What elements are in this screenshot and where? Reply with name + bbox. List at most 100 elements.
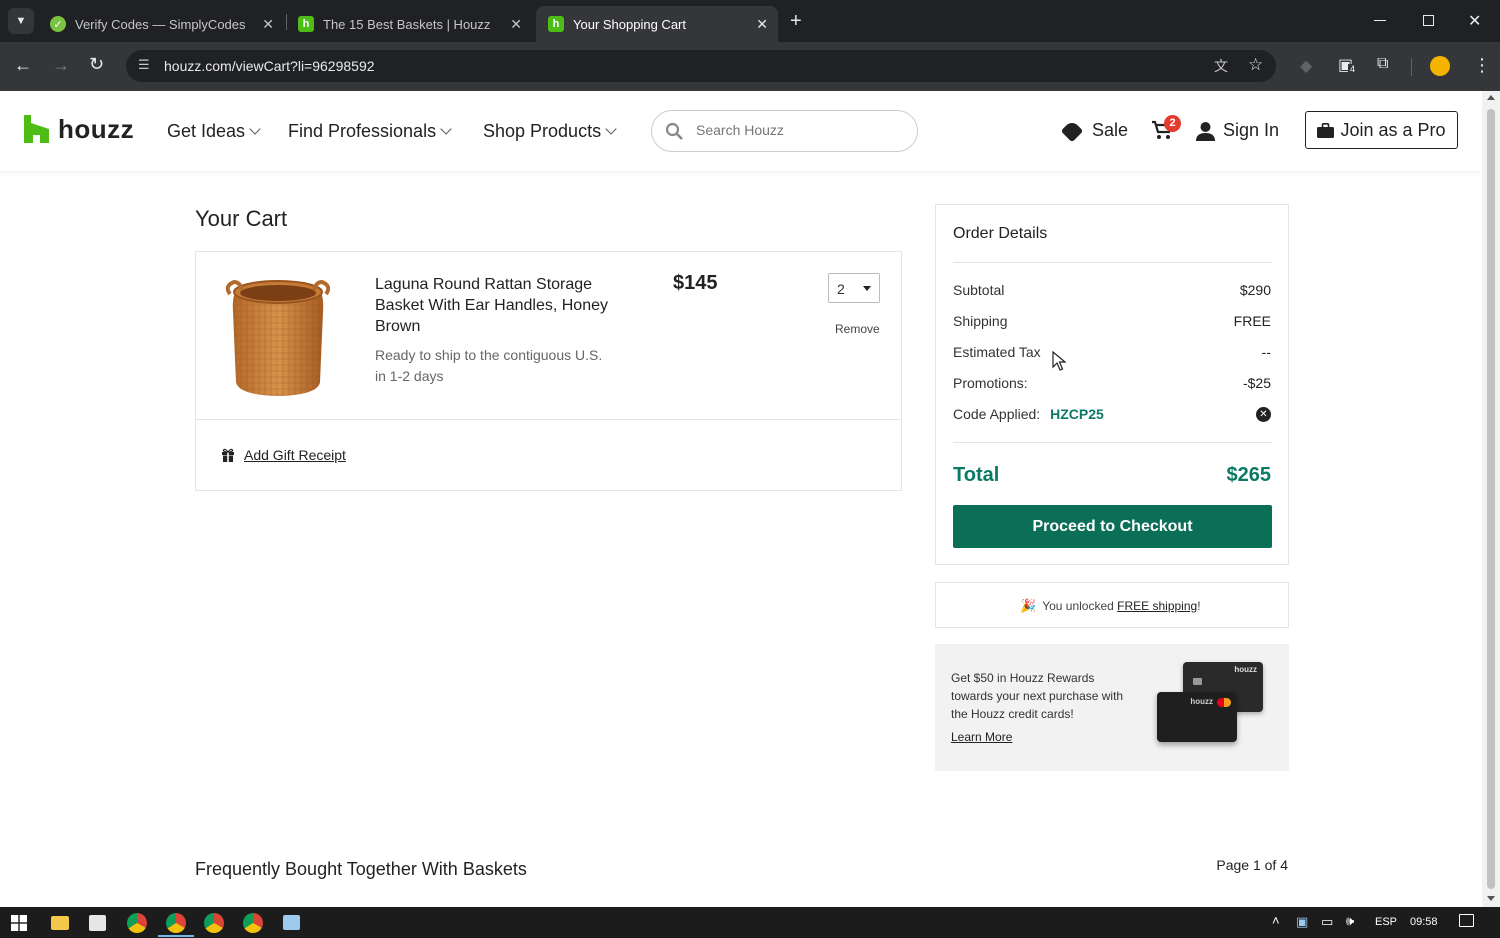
site-header: houzz Get Ideas Find Professionals Shop … xyxy=(0,91,1482,171)
tab-simplycodes[interactable]: ✓ Verify Codes — SimplyCodes ✕ xyxy=(38,6,284,42)
store-icon[interactable] xyxy=(89,915,106,931)
scroll-thumb[interactable] xyxy=(1487,109,1495,889)
extension-icon[interactable]: ◆ xyxy=(1300,56,1312,76)
item-price: $145 xyxy=(673,272,718,294)
app-icon[interactable] xyxy=(283,915,300,930)
network-icon[interactable]: ▣ xyxy=(1296,914,1308,930)
remove-link[interactable]: Remove xyxy=(835,322,880,336)
sign-in-link[interactable]: Sign In xyxy=(1196,120,1279,141)
file-explorer-icon[interactable] xyxy=(51,916,69,930)
divider xyxy=(953,442,1272,443)
scroll-down-arrow-icon[interactable] xyxy=(1487,896,1495,901)
extension-badge-icon[interactable]: ▣ 4 xyxy=(1338,55,1358,75)
free-shipping-link[interactable]: FREE shipping xyxy=(1117,599,1197,613)
gift-receipt[interactable]: Add Gift Receipt xyxy=(221,447,346,463)
houzz-icon: h xyxy=(298,16,314,32)
subtotal-row: Subtotal $290 xyxy=(953,282,1271,298)
profile-avatar[interactable] xyxy=(1430,56,1450,76)
tab-title: Your Shopping Cart xyxy=(573,16,686,32)
tab-houzz-baskets[interactable]: h The 15 Best Baskets | Houzz ✕ xyxy=(286,6,532,42)
minimize-icon[interactable] xyxy=(1374,20,1386,21)
chrome-icon[interactable] xyxy=(243,913,263,933)
product-name[interactable]: Laguna Round Rattan Storage Basket With … xyxy=(375,274,615,337)
reload-icon[interactable]: ↻ xyxy=(89,54,104,75)
chrome-active-icon[interactable] xyxy=(166,913,186,933)
extension-badge: 4 xyxy=(1348,64,1358,74)
cart-page: Your Cart Laguna Round Rattan Storage Ba… xyxy=(0,171,1482,907)
credit-card-front: houzz xyxy=(1157,692,1237,742)
houzz-logo-icon xyxy=(24,115,49,143)
shipping-info: Ready to ship to the contiguous U.S. in … xyxy=(375,347,603,384)
close-tab-icon[interactable]: ✕ xyxy=(510,16,522,33)
language-indicator[interactable]: ESP xyxy=(1375,916,1397,928)
basket-product-image[interactable] xyxy=(226,272,330,402)
chrome-icon[interactable] xyxy=(204,913,224,933)
rewards-promo: Get $50 in Houzz Rewards towards your ne… xyxy=(935,644,1289,771)
total-label: Total xyxy=(953,464,1000,486)
join-as-pro-button[interactable]: Join as a Pro xyxy=(1305,111,1458,149)
search-box xyxy=(651,110,918,152)
houzz-icon: h xyxy=(548,16,564,32)
search-icon xyxy=(665,122,683,140)
close-window-icon[interactable]: ✕ xyxy=(1468,11,1481,31)
divider xyxy=(196,419,901,420)
scroll-up-arrow-icon[interactable] xyxy=(1487,95,1495,100)
nav-get-ideas[interactable]: Get Ideas xyxy=(167,121,261,142)
shipping-row: Shipping FREE xyxy=(953,313,1271,329)
browser-toolbar: ← → ↻ ☰ houzz.com/viewCart?li=96298592 文… xyxy=(0,42,1500,91)
free-shipping-banner: 🎉 You unlocked FREE shipping! xyxy=(935,582,1289,628)
chrome-icon[interactable] xyxy=(127,913,147,933)
nav-shop-products[interactable]: Shop Products xyxy=(483,121,617,142)
learn-more-link[interactable]: Learn More xyxy=(951,730,1012,744)
party-popper-icon: 🎉 xyxy=(1020,598,1037,613)
quantity-value: 2 xyxy=(837,281,845,297)
total-value: $265 xyxy=(1226,464,1272,486)
logo-text: houzz xyxy=(58,113,135,144)
close-tab-icon[interactable]: ✕ xyxy=(756,16,768,33)
search-input[interactable] xyxy=(696,122,896,138)
tab-list-dropdown-icon[interactable]: ▼ xyxy=(8,8,34,34)
cart-button[interactable]: 2 xyxy=(1151,115,1181,145)
site-info-icon[interactable]: ☰ xyxy=(138,57,150,73)
nav-find-professionals[interactable]: Find Professionals xyxy=(288,121,452,142)
divider xyxy=(953,262,1272,263)
quantity-select[interactable]: 2 xyxy=(828,273,880,303)
back-icon[interactable]: ← xyxy=(14,55,32,76)
show-hidden-icons-icon[interactable]: ˄ xyxy=(1272,913,1280,928)
browser-menu-icon[interactable]: ⋮ xyxy=(1473,55,1491,76)
clock[interactable]: 09:58 xyxy=(1410,916,1438,928)
houzz-logo[interactable]: houzz xyxy=(24,114,134,144)
user-icon xyxy=(1196,121,1215,141)
new-tab-icon[interactable]: + xyxy=(790,10,802,33)
order-details-card: Order Details Subtotal $290 Shipping FREE … xyxy=(935,204,1289,565)
windows-start-icon[interactable] xyxy=(11,915,27,931)
caret-down-icon xyxy=(863,286,871,291)
promotions-row: Promotions: -$25 xyxy=(953,375,1271,391)
volume-icon[interactable]: 🕪 xyxy=(1346,913,1354,929)
promo-code: HZCP25 xyxy=(1050,406,1104,422)
windows-taskbar: ˄ ▣ ▭ 🕪 ESP 09:58 xyxy=(0,907,1500,938)
extensions-puzzle-icon[interactable]: ⧉ xyxy=(1377,55,1388,73)
tab-shopping-cart[interactable]: h Your Shopping Cart ✕ xyxy=(536,6,778,42)
chevron-down-icon xyxy=(249,123,261,135)
page-scrollbar[interactable] xyxy=(1482,91,1500,907)
browser-tab-bar: ▼ ✓ Verify Codes — SimplyCodes ✕ h The 1… xyxy=(0,0,1500,42)
translate-icon[interactable]: 文 xyxy=(1214,56,1228,76)
bookmark-star-icon[interactable]: ☆ xyxy=(1248,55,1263,75)
cart-count-badge: 2 xyxy=(1164,115,1181,132)
simplycodes-icon: ✓ xyxy=(50,16,66,32)
remove-code-icon[interactable]: ✕ xyxy=(1256,407,1271,422)
restore-icon[interactable] xyxy=(1423,15,1434,26)
sale-link[interactable]: Sale xyxy=(1060,119,1128,142)
display-icon[interactable]: ▭ xyxy=(1321,914,1333,930)
add-gift-receipt-link[interactable]: Add Gift Receipt xyxy=(244,447,346,463)
briefcase-icon xyxy=(1317,122,1335,138)
forward-icon[interactable]: → xyxy=(52,55,70,76)
tab-title: The 15 Best Baskets | Houzz xyxy=(323,16,491,32)
close-tab-icon[interactable]: ✕ xyxy=(262,16,274,33)
tag-icon xyxy=(1060,119,1084,142)
notifications-icon[interactable] xyxy=(1459,914,1474,927)
address-bar[interactable]: ☰ houzz.com/viewCart?li=96298592 文 ☆ xyxy=(126,50,1276,82)
proceed-to-checkout-button[interactable]: Proceed to Checkout xyxy=(953,505,1272,548)
tab-title: Verify Codes — SimplyCodes xyxy=(75,16,246,32)
